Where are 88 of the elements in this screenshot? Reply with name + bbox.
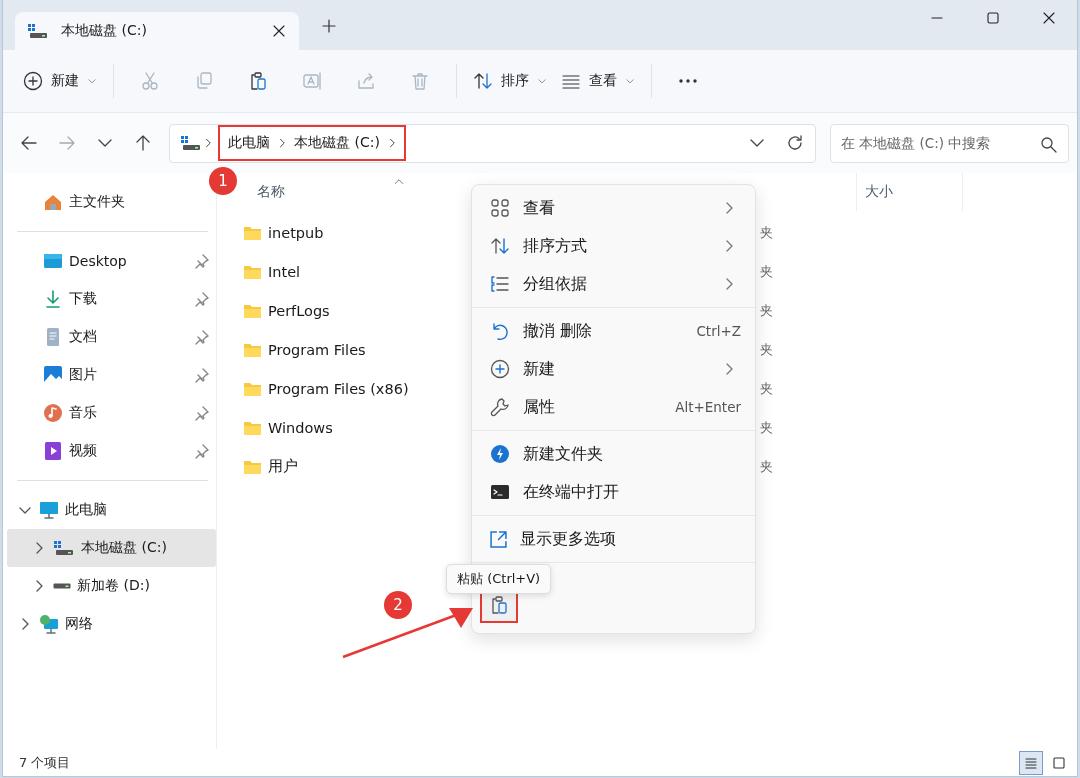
pin-icon [194,443,210,459]
pin-icon [194,253,210,269]
search-icon[interactable] [1039,134,1057,153]
menu-item[interactable]: 属性 Alt+Enter [472,388,755,426]
view-button[interactable]: 查看 [555,62,641,100]
menu-item[interactable]: 撤消 删除 Ctrl+Z [472,312,755,350]
file-name[interactable]: Program Files [268,341,366,358]
drive-icon [27,23,49,39]
new-button[interactable]: 新建 [17,62,103,100]
group-icon [490,274,510,294]
table-cell: 夹 [760,379,773,398]
chevron-down-icon [87,76,97,86]
maximize-icon[interactable] [985,10,1001,26]
sort-icon [490,236,510,256]
pin-icon [194,367,210,383]
menu-item[interactable]: 显示更多选项 [472,520,755,558]
sidebar-item[interactable]: 音乐 [7,394,216,432]
monitor-icon [39,500,59,520]
table-cell: 夹 [760,301,773,320]
table-cell: 夹 [760,340,773,359]
table-cell: 夹 [760,418,773,437]
shortcut-text: Ctrl+Z [696,323,741,339]
pin-icon [194,291,210,307]
column-header[interactable]: 名称 [257,183,285,201]
drive-icon [53,540,75,556]
file-name[interactable]: Program Files (x86) [268,380,409,397]
sidebar-item[interactable]: 图片 [7,356,216,394]
sidebar-item[interactable]: Desktop [7,242,216,280]
external-link-icon [490,530,507,548]
search-field[interactable]: 在 本地磁盘 (C:) 中搜索 [830,123,1069,163]
lightning-badge-icon [490,444,510,464]
pin-icon [194,405,210,421]
picture-icon [43,365,63,385]
tree-item[interactable]: 网络 [7,605,216,643]
undo-icon [490,321,510,341]
file-name[interactable]: Windows [268,419,333,436]
item-count: 7 个项目 [19,753,71,772]
menu-item[interactable]: 分组依据 [472,265,755,303]
menu-item[interactable]: 新建 [472,350,755,388]
sidebar-item[interactable]: 文档 [7,318,216,356]
tooltip: 粘贴 (Ctrl+V) [446,564,552,594]
download-icon [43,289,63,309]
video-icon [43,441,63,461]
chevron-down-icon [625,76,635,86]
tree-item[interactable]: 本地磁盘 (C:) [7,529,216,567]
pin-icon [194,329,210,345]
file-name[interactable]: inetpub [268,224,324,241]
breadcrumb[interactable]: 本地磁盘 (C:) [294,134,380,152]
clipboard-icon [489,595,509,615]
tiles-view-icon [1051,754,1067,771]
table-cell: 夹 [760,223,773,242]
drive-icon [53,583,71,589]
tree-item[interactable]: 此电脑 [7,491,216,529]
wrench-icon [490,397,510,417]
home-icon [43,192,63,212]
file-name[interactable]: PerfLogs [268,302,330,319]
file-name[interactable]: Intel [268,263,301,280]
shortcut-text: Alt+Enter [675,399,741,415]
breadcrumb[interactable]: 此电脑 [228,134,270,152]
desktop-icon [43,251,63,271]
plus-icon[interactable] [321,18,337,34]
network-icon [39,614,59,634]
tab[interactable]: 本地磁盘 (C:) [15,12,299,50]
close-icon[interactable] [1041,10,1057,26]
file-name[interactable]: 用户 [268,457,298,476]
plus-circle-icon [490,359,510,379]
tree-item[interactable]: 新加卷 (D:) [7,567,216,605]
step-marker: 1 [209,167,237,195]
chevron-down-icon [537,76,547,86]
menu-item[interactable]: 新建文件夹 [472,435,755,473]
menu-item[interactable]: 排序方式 [472,227,755,265]
address-bar[interactable]: 此电脑 本地磁盘 (C:) [169,123,816,163]
step-marker: 2 [384,591,412,619]
terminal-icon [490,482,510,502]
table-cell: 夹 [760,457,773,476]
menu-item[interactable]: 查看 [472,189,755,227]
music-icon [43,403,63,423]
table-cell: 夹 [760,262,773,281]
column-header[interactable]: 大小 [865,183,893,201]
sidebar-item[interactable]: 视频 [7,432,216,470]
sidebar-item[interactable]: 下载 [7,280,216,318]
grid-icon [490,198,510,218]
view-mode-button[interactable] [1019,750,1043,775]
drive-icon [180,135,202,151]
close-icon[interactable] [271,23,287,39]
sort-button[interactable]: 排序 [467,62,553,100]
menu-item[interactable]: 在终端中打开 [472,473,755,511]
refresh-icon[interactable] [785,133,805,153]
